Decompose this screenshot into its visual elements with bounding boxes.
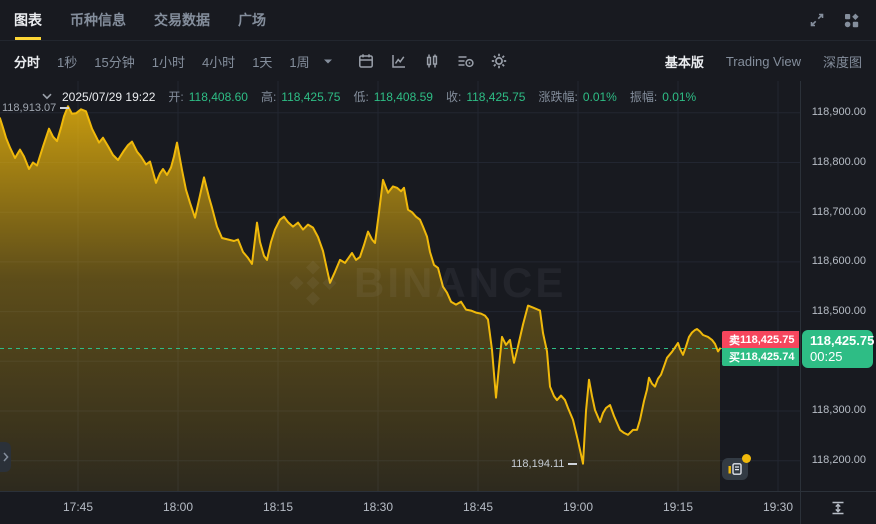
ask-bid-badges: 卖 118,425.75 买 118,425.74 (722, 331, 799, 366)
time-tick-label: 18:45 (448, 500, 508, 514)
layout-grid-icon[interactable] (843, 12, 860, 29)
change-value: 0.01% (583, 90, 617, 104)
expand-icon[interactable] (809, 12, 825, 28)
ask-badge: 卖 118,425.75 (722, 331, 799, 349)
interval-selector: 分时 1秒 15分钟 1小时 4小时 1天 1周 (14, 52, 333, 71)
price-tick-label: 118,200.00 (812, 454, 866, 466)
price-tick-label: 118,700.00 (812, 206, 866, 218)
price-tick-label: 118,500.00 (812, 305, 866, 317)
indicators-icon[interactable] (423, 52, 441, 70)
time-axis-corner (800, 492, 876, 524)
price-tick-label: 118,800.00 (812, 156, 866, 168)
axis-scale-icon[interactable] (829, 500, 847, 516)
session-high-marker: 118,913.07 (2, 102, 69, 114)
bid-label: 买 (729, 349, 740, 365)
time-tick-label: 18:15 (248, 500, 308, 514)
close-label: 收: (446, 88, 461, 105)
legend-collapse-chevron-down-icon[interactable] (42, 93, 52, 100)
more-intervals-chevron-down-icon[interactable] (323, 58, 333, 65)
ask-label: 卖 (729, 332, 740, 348)
nav-tab-chart[interactable]: 图表 (14, 0, 42, 40)
top-nav: 图表 币种信息 交易数据 广场 (0, 0, 876, 41)
chart-canvas[interactable] (0, 81, 800, 491)
low-label: 低: (353, 88, 368, 105)
calendar-icon[interactable] (357, 52, 375, 70)
news-feed-button[interactable] (722, 458, 748, 480)
view-tab-tradingview[interactable]: Trading View (726, 54, 801, 69)
marker-dash (568, 463, 577, 465)
chart-view-tabs: 基本版 Trading View 深度图 (665, 52, 862, 71)
nav-tab-trading-data[interactable]: 交易数据 (154, 0, 210, 40)
interval-15m[interactable]: 15分钟 (94, 52, 134, 71)
high-label: 高: (261, 88, 276, 105)
nav-tabs: 图表 币种信息 交易数据 广场 (14, 0, 266, 40)
bid-price: 118,425.74 (740, 351, 794, 363)
close-value: 118,425.75 (466, 90, 525, 104)
open-value: 118,408.60 (189, 90, 248, 104)
high-value: 118,425.75 (281, 90, 340, 104)
price-tick-label: 118,600.00 (812, 255, 866, 267)
notification-dot (742, 454, 751, 463)
nav-tab-square[interactable]: 广场 (238, 0, 266, 40)
price-axis[interactable]: 118,900.00 118,800.00 118,700.00 118,600.00… (800, 81, 876, 491)
legend-timestamp: 2025/07/29 19:22 (62, 90, 155, 104)
low-value: 118,408.59 (374, 90, 433, 104)
nav-tab-coin-info[interactable]: 币种信息 (70, 0, 126, 40)
change-label: 涨跌幅: (538, 88, 577, 105)
session-low-value: 118,194.11 (511, 458, 564, 470)
news-icon (727, 462, 743, 476)
interval-4h[interactable]: 4小时 (202, 52, 235, 71)
time-tick-label: 19:30 (748, 500, 808, 514)
chart-area: 2025/07/29 19:22 开: 118,408.60 高: 118,425.… (0, 81, 876, 491)
price-tick-label: 118,300.00 (812, 404, 866, 416)
time-tick-label: 18:30 (348, 500, 408, 514)
bid-badge: 买 118,425.74 (722, 348, 799, 366)
marker-dash (60, 107, 69, 109)
chart-toolbar: 分时 1秒 15分钟 1小时 4小时 1天 1周 (0, 41, 876, 81)
time-axis[interactable]: 17:45 18:00 18:15 18:30 18:45 19:00 19:15 19:30 (0, 491, 876, 524)
chart-style-icon[interactable] (390, 52, 408, 70)
chart-tools (357, 52, 508, 70)
ohlc-legend: 2025/07/29 19:22 开: 118,408.60 高: 118,425.… (42, 88, 696, 105)
session-high-value: 118,913.07 (2, 102, 56, 114)
interval-1h[interactable]: 1小时 (152, 52, 185, 71)
amplitude-value: 0.01% (662, 90, 696, 104)
price-area (0, 106, 720, 491)
panel-expand-chevron-right-icon[interactable] (0, 442, 11, 472)
ask-price: 118,425.75 (740, 334, 794, 346)
interval-timeline[interactable]: 分时 (14, 52, 40, 71)
price-tick-label: 118,900.00 (812, 106, 866, 118)
nav-right-icons (809, 12, 860, 29)
interval-1d[interactable]: 1天 (252, 52, 272, 71)
time-tick-label: 17:45 (48, 500, 108, 514)
open-label: 开: (168, 88, 183, 105)
amplitude-label: 振幅: (630, 88, 657, 105)
time-tick-label: 18:00 (148, 500, 208, 514)
session-low-marker: 118,194.11 (511, 458, 577, 470)
view-tab-depth[interactable]: 深度图 (823, 52, 862, 71)
interval-1w[interactable]: 1周 (289, 52, 309, 71)
interval-1s[interactable]: 1秒 (57, 52, 77, 71)
binance-chart-page: 图表 币种信息 交易数据 广场 分时 1秒 (0, 0, 876, 524)
time-tick-label: 19:00 (548, 500, 608, 514)
view-tab-basic[interactable]: 基本版 (665, 52, 704, 71)
indicator-settings-icon[interactable] (456, 52, 475, 70)
gear-icon[interactable] (490, 52, 508, 70)
time-tick-label: 19:15 (648, 500, 708, 514)
